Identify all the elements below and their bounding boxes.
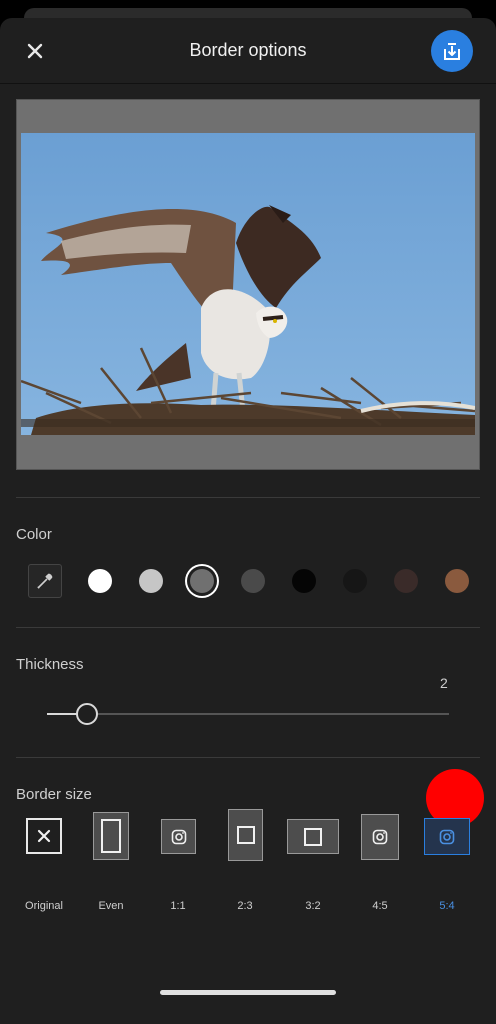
color-swatch[interactable] xyxy=(445,569,469,593)
export-icon xyxy=(444,43,460,60)
osprey-photo xyxy=(21,133,475,435)
border-option-label: 3:2 xyxy=(305,900,321,912)
section-divider xyxy=(16,497,480,498)
thickness-slider-track[interactable] xyxy=(47,713,449,715)
section-divider xyxy=(16,627,480,628)
eyedropper-button[interactable] xyxy=(28,564,62,598)
border-option-label: 4:5 xyxy=(372,900,388,912)
color-swatch[interactable] xyxy=(139,569,163,593)
instagram-icon xyxy=(361,814,399,860)
color-swatch[interactable] xyxy=(241,569,265,593)
color-swatch[interactable] xyxy=(88,569,112,593)
instagram-icon xyxy=(161,819,196,854)
border-option-label: 2:3 xyxy=(237,900,253,912)
osprey-image xyxy=(21,133,475,435)
color-swatch[interactable] xyxy=(292,569,316,593)
border-options-sheet: Border options Color Thickness 2 Border … xyxy=(0,18,496,1024)
border-option-label-selected: 5:4 xyxy=(439,900,455,912)
color-swatch[interactable] xyxy=(343,569,367,593)
home-indicator xyxy=(160,990,336,995)
photo-preview xyxy=(16,99,480,470)
page-title: Border options xyxy=(189,40,307,60)
color-swatch[interactable] xyxy=(394,569,418,593)
thickness-slider-thumb[interactable] xyxy=(76,703,98,725)
instagram-icon xyxy=(424,818,470,855)
color-section-label: Color xyxy=(16,526,52,543)
export-button[interactable] xyxy=(431,30,473,72)
color-swatch[interactable] xyxy=(190,569,214,593)
square-icon xyxy=(228,809,263,861)
even-border-icon xyxy=(93,812,129,860)
square-icon xyxy=(287,819,339,854)
thickness-value: 2 xyxy=(440,675,448,691)
border-option-label: Even xyxy=(98,900,124,912)
header: Border options xyxy=(0,18,496,84)
no-border-icon xyxy=(26,818,62,854)
eyedropper-icon xyxy=(37,573,53,589)
thickness-section-label: Thickness xyxy=(16,656,84,673)
border-option-label: 1:1 xyxy=(170,900,186,912)
border-size-section-label: Border size xyxy=(16,786,92,803)
border-option-label: Original xyxy=(25,900,63,912)
section-divider xyxy=(16,757,480,758)
